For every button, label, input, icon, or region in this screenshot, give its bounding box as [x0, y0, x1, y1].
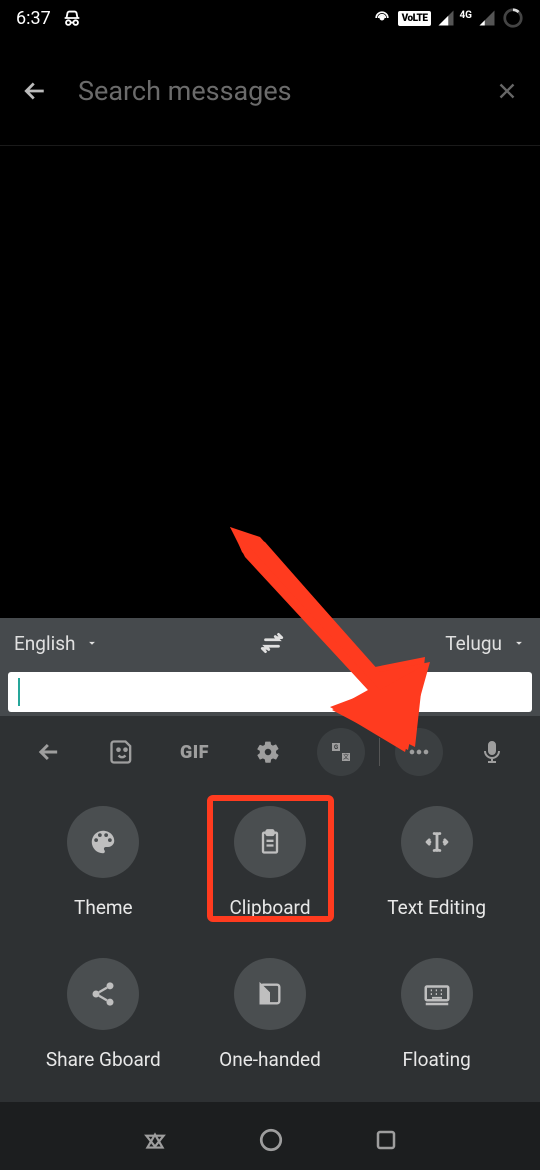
floating-keyboard-icon: [422, 979, 452, 1009]
gif-button[interactable]: GIF: [158, 742, 231, 763]
arrow-left-icon: [35, 738, 63, 766]
nav-home-icon[interactable]: [258, 1127, 284, 1153]
translate-input[interactable]: [8, 672, 532, 712]
text-editing-button[interactable]: Text Editing: [353, 798, 520, 950]
sticker-icon: [108, 738, 136, 766]
more-button[interactable]: [382, 728, 455, 776]
source-lang-label: English: [14, 632, 75, 655]
share-label: Share Gboard: [46, 1048, 161, 1071]
text-editing-label: Text Editing: [387, 896, 486, 919]
share-gboard-button[interactable]: Share Gboard: [20, 950, 187, 1102]
translate-bar: English Telugu: [0, 618, 540, 668]
swap-languages-icon[interactable]: [259, 630, 285, 656]
keyboard-options-grid: Theme Clipboard Text Editing Share: [0, 788, 540, 1102]
nav-recent-icon[interactable]: [374, 1128, 398, 1152]
text-cursor-icon: [420, 825, 454, 859]
target-language-dropdown[interactable]: Telugu: [445, 632, 526, 655]
incognito-icon: [61, 7, 83, 29]
translate-input-row: [0, 668, 540, 716]
translate-button[interactable]: G 文: [304, 728, 377, 776]
floating-button[interactable]: Floating: [353, 950, 520, 1102]
target-lang-label: Telugu: [445, 632, 502, 655]
volte-badge: VoLTE: [398, 11, 432, 26]
signal-icon-2: [478, 9, 496, 27]
one-handed-icon: [256, 980, 284, 1008]
share-icon: [89, 980, 117, 1008]
status-bar: 6:37 VoLTE 4G: [0, 0, 540, 36]
theme-button[interactable]: Theme: [20, 798, 187, 950]
hotspot-icon: [372, 8, 392, 28]
more-horizontal-icon: [405, 738, 433, 766]
svg-text:文: 文: [342, 753, 348, 761]
chevron-down-icon: [85, 636, 99, 650]
close-icon[interactable]: [494, 78, 520, 104]
sticker-button[interactable]: [85, 738, 158, 766]
floating-label: Floating: [403, 1048, 471, 1071]
status-time: 6:37: [16, 8, 51, 29]
network-gen: 4G: [459, 10, 472, 21]
palette-icon: [88, 827, 118, 857]
search-header: Search messages: [0, 36, 540, 146]
gear-icon: [255, 739, 281, 765]
keyboard-toolbar: GIF G 文: [0, 716, 540, 788]
clipboard-button[interactable]: Clipboard: [187, 798, 354, 950]
translate-icon: G 文: [329, 740, 353, 764]
settings-button[interactable]: [231, 739, 304, 765]
search-input[interactable]: Search messages: [78, 75, 466, 107]
theme-label: Theme: [74, 896, 133, 919]
chevron-down-icon: [512, 636, 526, 650]
gif-label: GIF: [180, 742, 209, 763]
nav-back-icon[interactable]: [142, 1127, 168, 1153]
microphone-icon: [480, 740, 504, 764]
svg-text:G: G: [333, 744, 337, 751]
one-handed-label: One-handed: [219, 1048, 321, 1071]
one-handed-button[interactable]: One-handed: [187, 950, 354, 1102]
loading-spinner-icon: [502, 7, 524, 29]
clipboard-label: Clipboard: [229, 896, 310, 919]
nav-bar: [0, 1110, 540, 1170]
source-language-dropdown[interactable]: English: [14, 632, 99, 655]
clipboard-icon: [256, 828, 284, 856]
signal-icon: [437, 9, 455, 27]
voice-button[interactable]: [455, 740, 528, 764]
toolbar-back-button[interactable]: [12, 738, 85, 766]
back-arrow-icon[interactable]: [20, 76, 50, 106]
